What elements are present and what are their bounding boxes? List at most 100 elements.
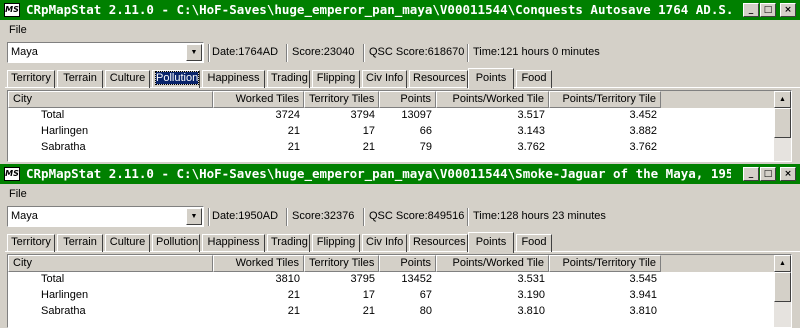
points-value: 80 <box>419 305 432 317</box>
tab-strip: Territory Terrain Culture Pollution Happ… <box>5 232 800 253</box>
points-per-worked-tile-value: 3.517 <box>517 109 545 121</box>
tab-food[interactable]: Food <box>516 234 552 252</box>
minimize-button[interactable]: _ <box>743 3 759 17</box>
worked-tiles-value: 3724 <box>275 109 300 121</box>
tab-flipping[interactable]: Flipping <box>312 234 360 252</box>
tab-trading[interactable]: Trading <box>267 234 310 252</box>
points-value: 13452 <box>401 273 432 285</box>
column-header-points-per-worked-tile[interactable]: Points/Worked Tile <box>436 91 549 108</box>
scroll-up-icon[interactable]: ▲ <box>774 255 791 272</box>
city-name: Total <box>41 109 65 121</box>
column-header-worked-tiles[interactable]: Worked Tiles <box>213 255 304 272</box>
menu-file[interactable]: File <box>9 24 27 37</box>
table-row[interactable]: Total 3724 3794 13097 3.517 3.452 <box>8 108 775 124</box>
scroll-up-icon[interactable]: ▲ <box>774 91 791 108</box>
points-per-worked-tile-value: 3.810 <box>517 305 545 317</box>
column-header-territory-tiles[interactable]: Territory Tiles <box>304 255 379 272</box>
tab-civ-info[interactable]: Civ Info <box>362 70 407 88</box>
points-per-worked-tile-value: 3.143 <box>517 125 545 137</box>
close-button[interactable]: × <box>780 3 796 17</box>
table-row[interactable]: Harlingen 21 17 67 3.190 3.941 <box>8 288 775 304</box>
divider <box>467 208 469 226</box>
qsc-score: QSC Score:849516 <box>369 210 465 222</box>
column-header-points[interactable]: Points <box>379 91 436 108</box>
points-per-territory-tile-value: 3.882 <box>629 125 657 137</box>
game-score: Score:32376 <box>292 210 355 222</box>
city-name: Harlingen <box>41 289 89 301</box>
tab-pollution[interactable]: Pollution <box>152 70 200 88</box>
points-per-worked-tile-value: 3.190 <box>517 289 545 301</box>
column-header-worked-tiles[interactable]: Worked Tiles <box>213 91 304 108</box>
table-row[interactable]: Sabratha 21 21 79 3.762 3.762 <box>8 140 775 156</box>
maximize-button[interactable]: □ <box>760 167 776 181</box>
territory-tiles-value: 21 <box>362 141 375 153</box>
tab-territory[interactable]: Territory <box>7 234 55 252</box>
tab-food[interactable]: Food <box>516 70 552 88</box>
divider <box>363 208 365 226</box>
points-per-territory-tile-value: 3.762 <box>629 141 657 153</box>
column-header-points[interactable]: Points <box>379 255 436 272</box>
scroll-thumb[interactable] <box>774 272 791 302</box>
table-header: City Worked Tiles Territory Tiles Points… <box>8 255 775 272</box>
tab-trading[interactable]: Trading <box>267 70 310 88</box>
vertical-scrollbar[interactable]: ▲ <box>774 255 791 327</box>
scroll-thumb[interactable] <box>774 108 791 138</box>
qsc-score: QSC Score:618670 <box>369 46 465 58</box>
tab-culture[interactable]: Culture <box>105 234 150 252</box>
chevron-down-icon[interactable]: ▼ <box>186 44 202 61</box>
game-date: Date:1950AD <box>212 210 279 222</box>
tab-happiness[interactable]: Happiness <box>202 70 265 88</box>
points-per-worked-tile-value: 3.762 <box>517 141 545 153</box>
table-row[interactable] <box>8 320 775 327</box>
close-button[interactable]: × <box>780 167 796 181</box>
territory-tiles-value: 21 <box>362 305 375 317</box>
play-time: Time:121 hours 0 minutes <box>473 46 600 58</box>
column-header-city[interactable]: City <box>8 91 213 108</box>
app-logo-icon: MS <box>4 167 20 181</box>
city-points-table: City Worked Tiles Territory Tiles Points… <box>7 254 792 328</box>
points-per-worked-tile-value: 3.531 <box>517 273 545 285</box>
maximize-button[interactable]: □ <box>760 3 776 17</box>
table-row[interactable]: Harlingen 21 17 66 3.143 3.882 <box>8 124 775 140</box>
territory-tiles-value: 17 <box>362 289 375 301</box>
title-bar[interactable]: MS CRpMapStat 2.11.0 - C:\HoF-Saves\huge… <box>0 0 800 20</box>
column-header-points-per-territory-tile[interactable]: Points/Territory Tile <box>549 91 661 108</box>
title-bar[interactable]: MS CRpMapStat 2.11.0 - C:\HoF-Saves\huge… <box>0 164 800 184</box>
tab-resources[interactable]: Resources <box>409 70 468 88</box>
civ-select[interactable]: Maya ▼ <box>7 206 204 227</box>
window-title: CRpMapStat 2.11.0 - C:\HoF-Saves\huge_em… <box>26 166 731 181</box>
tab-points[interactable]: Points <box>468 68 514 89</box>
tab-happiness[interactable]: Happiness <box>202 234 265 252</box>
tab-territory[interactable]: Territory <box>7 70 55 88</box>
points-per-territory-tile-value: 3.810 <box>629 305 657 317</box>
vertical-scrollbar[interactable]: ▲ <box>774 91 791 161</box>
table-row[interactable]: Sabratha 21 21 80 3.810 3.810 <box>8 304 775 320</box>
tab-culture[interactable]: Culture <box>105 70 150 88</box>
table-row[interactable]: Total 3810 3795 13452 3.531 3.545 <box>8 272 775 288</box>
column-header-points-per-territory-tile[interactable]: Points/Territory Tile <box>549 255 661 272</box>
table-row[interactable] <box>8 156 775 161</box>
points-per-territory-tile-value: 3.941 <box>629 289 657 301</box>
menu-file[interactable]: File <box>9 188 27 201</box>
column-header-territory-tiles[interactable]: Territory Tiles <box>304 91 379 108</box>
chevron-down-icon[interactable]: ▼ <box>186 208 202 225</box>
tab-civ-info[interactable]: Civ Info <box>362 234 407 252</box>
tab-points[interactable]: Points <box>468 232 514 253</box>
tab-pollution[interactable]: Pollution <box>152 234 200 252</box>
points-value: 79 <box>419 141 432 153</box>
tab-terrain[interactable]: Terrain <box>57 234 103 252</box>
column-header-points-per-worked-tile[interactable]: Points/Worked Tile <box>436 255 549 272</box>
divider <box>467 44 469 62</box>
divider <box>208 208 210 226</box>
tab-terrain[interactable]: Terrain <box>57 70 103 88</box>
city-points-table: City Worked Tiles Territory Tiles Points… <box>7 90 792 162</box>
points-per-territory-tile-value: 3.452 <box>629 109 657 121</box>
civ-select[interactable]: Maya ▼ <box>7 42 204 63</box>
minimize-button[interactable]: _ <box>743 167 759 181</box>
tab-resources[interactable]: Resources <box>409 234 468 252</box>
tab-flipping[interactable]: Flipping <box>312 70 360 88</box>
divider <box>286 208 288 226</box>
column-header-city[interactable]: City <box>8 255 213 272</box>
app-logo-icon: MS <box>4 3 20 17</box>
worked-tiles-value: 3810 <box>275 273 300 285</box>
